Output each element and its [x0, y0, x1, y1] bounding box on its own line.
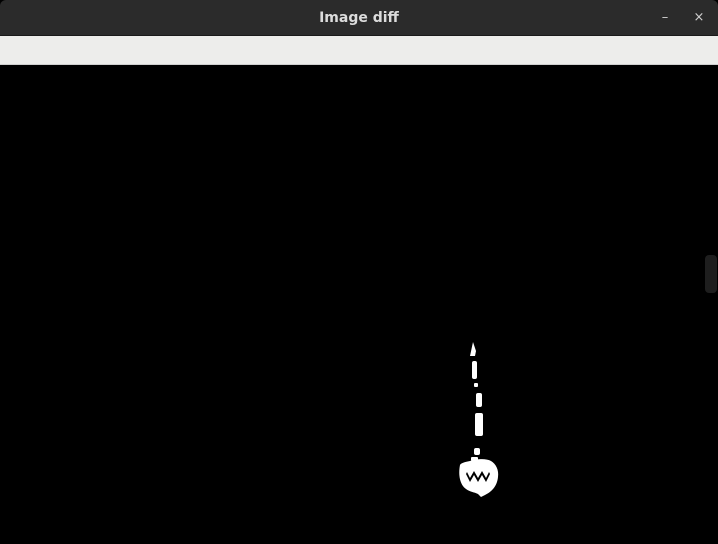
- title-bar[interactable]: Image diff – ×: [0, 0, 718, 36]
- diff-canvas: [0, 65, 718, 544]
- close-icon[interactable]: ×: [689, 8, 709, 28]
- window-title: Image diff: [319, 10, 399, 26]
- scrollbar-handle[interactable]: [705, 255, 717, 293]
- minimize-icon[interactable]: –: [655, 8, 675, 28]
- diff-mask-shapes: [459, 342, 499, 497]
- diff-image: [459, 342, 499, 497]
- toolbar: [0, 36, 718, 65]
- image-diff-window: Image diff – ×: [0, 0, 718, 544]
